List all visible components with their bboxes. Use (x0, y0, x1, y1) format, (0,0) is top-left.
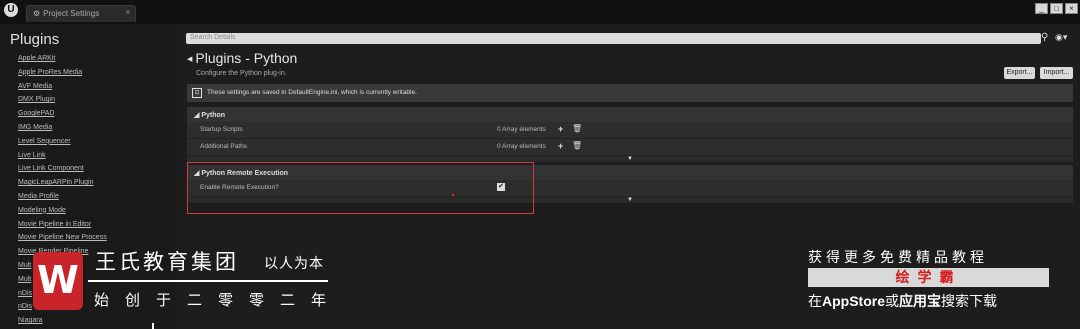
property-value: 0 Array elements (497, 143, 546, 150)
collapse-arrow-icon[interactable]: ◀ (187, 56, 192, 63)
notice-text: These settings are saved in DefaultEngin… (207, 89, 417, 96)
promo-headline: 获得更多免费精品教程 (808, 249, 988, 265)
page-title-text: Plugins - Python (195, 50, 298, 66)
sidebar-item[interactable]: MagicLeapARPin Plugin (18, 176, 107, 190)
brand-founded: 始创于二零零二年 (94, 292, 343, 309)
page-title: ◀ Plugins - Python (187, 50, 297, 66)
sidebar-item[interactable]: GooglePAD (18, 107, 107, 121)
add-element-icon[interactable]: + (558, 141, 563, 151)
delete-icon[interactable]: 🗑 (572, 141, 582, 150)
property-row-startup-scripts: Startup Scripts 0 Array elements + 🗑 (187, 122, 1073, 139)
gear-icon: ⚙ (33, 9, 41, 18)
sidebar-item[interactable]: Movie Pipeline New Process (18, 231, 107, 245)
property-label: Startup Scripts (200, 126, 243, 133)
promo-suffix: 搜索下载 (941, 293, 997, 309)
promo-banner: 绘学霸 (808, 268, 1049, 287)
section-header-python[interactable]: ◢ Python (187, 107, 1073, 122)
highlight-box (187, 162, 534, 214)
sidebar-item[interactable]: Apple ProRes Media (18, 66, 107, 80)
logo-letter: W (37, 258, 79, 302)
python-section: ◢ Python Startup Scripts 0 Array element… (187, 107, 1073, 162)
page-description: Configure the Python plug-in. (196, 70, 287, 77)
sidebar-item[interactable]: Media Profile (18, 190, 107, 204)
promo-or: 或 (885, 293, 899, 309)
search-icon[interactable]: ⚲ (1041, 32, 1048, 43)
brand-logo-icon: W (33, 252, 83, 310)
promo-download-text: 在AppStore或应用宝搜索下载 (808, 291, 997, 311)
property-value: 0 Array elements (497, 126, 546, 133)
brand-tick-mark (152, 323, 154, 329)
sidebar-item[interactable]: Movie Pipeline in Editor (18, 218, 107, 232)
tab-title: Project Settings (43, 9, 100, 18)
sidebar-item[interactable]: IMG Media (18, 121, 107, 135)
brand-divider (88, 280, 328, 282)
config-notice: ⊡ These settings are saved in DefaultEng… (187, 84, 1073, 102)
promo-prefix: 在 (808, 293, 822, 309)
unreal-logo-icon[interactable]: U (4, 3, 18, 17)
window-controls: _ □ × (1035, 3, 1078, 14)
sidebar-item[interactable]: AVF Media (18, 80, 107, 94)
sidebar-item[interactable]: Apple ARKit (18, 52, 107, 66)
sidebar-item[interactable]: Level Sequencer (18, 135, 107, 149)
promo-watermark: 获得更多免费精品教程 绘学霸 在AppStore或应用宝搜索下载 (808, 247, 1050, 313)
view-options-icon[interactable]: ◉▾ (1055, 32, 1067, 43)
watermark-brand: W 王氏教育集团 以人为本 始创于二零零二年 (28, 245, 338, 329)
property-row-additional-paths: Additional Paths 0 Array elements + 🗑 (187, 139, 1073, 156)
add-element-icon[interactable]: + (558, 124, 563, 134)
cursor-mark (452, 194, 454, 196)
promo-store: 应用宝 (899, 293, 941, 309)
section-title: Python (201, 112, 226, 119)
export-button[interactable]: Export... (1004, 67, 1035, 79)
sidebar-item[interactable]: Modeling Mode (18, 204, 107, 218)
tab-close-icon[interactable]: × (125, 8, 130, 17)
tab-project-settings[interactable]: ⚙ Project Settings × (26, 5, 136, 22)
import-button[interactable]: Import... (1040, 67, 1073, 79)
sidebar-heading: Plugins (10, 31, 60, 48)
delete-icon[interactable]: 🗑 (572, 124, 582, 133)
promo-app-name: 绘学霸 (895, 269, 962, 285)
search-input[interactable]: Search Details (186, 33, 1041, 44)
promo-appstore: AppStore (822, 293, 885, 309)
sidebar-item[interactable]: DMX Plugin (18, 93, 107, 107)
property-label: Additional Paths (200, 143, 247, 150)
close-window-button[interactable]: × (1065, 3, 1078, 14)
title-bar: U ⚙ Project Settings × _ □ × (0, 0, 1080, 24)
maximize-button[interactable]: □ (1050, 3, 1063, 14)
minimize-button[interactable]: _ (1035, 3, 1048, 14)
unlock-icon: ⊡ (192, 88, 202, 98)
sidebar-item[interactable]: Live Link (18, 149, 107, 163)
sidebar-item[interactable]: Live Link Component (18, 162, 107, 176)
brand-slogan: 以人为本 (264, 255, 324, 271)
brand-name: 王氏教育集团 (95, 251, 239, 274)
